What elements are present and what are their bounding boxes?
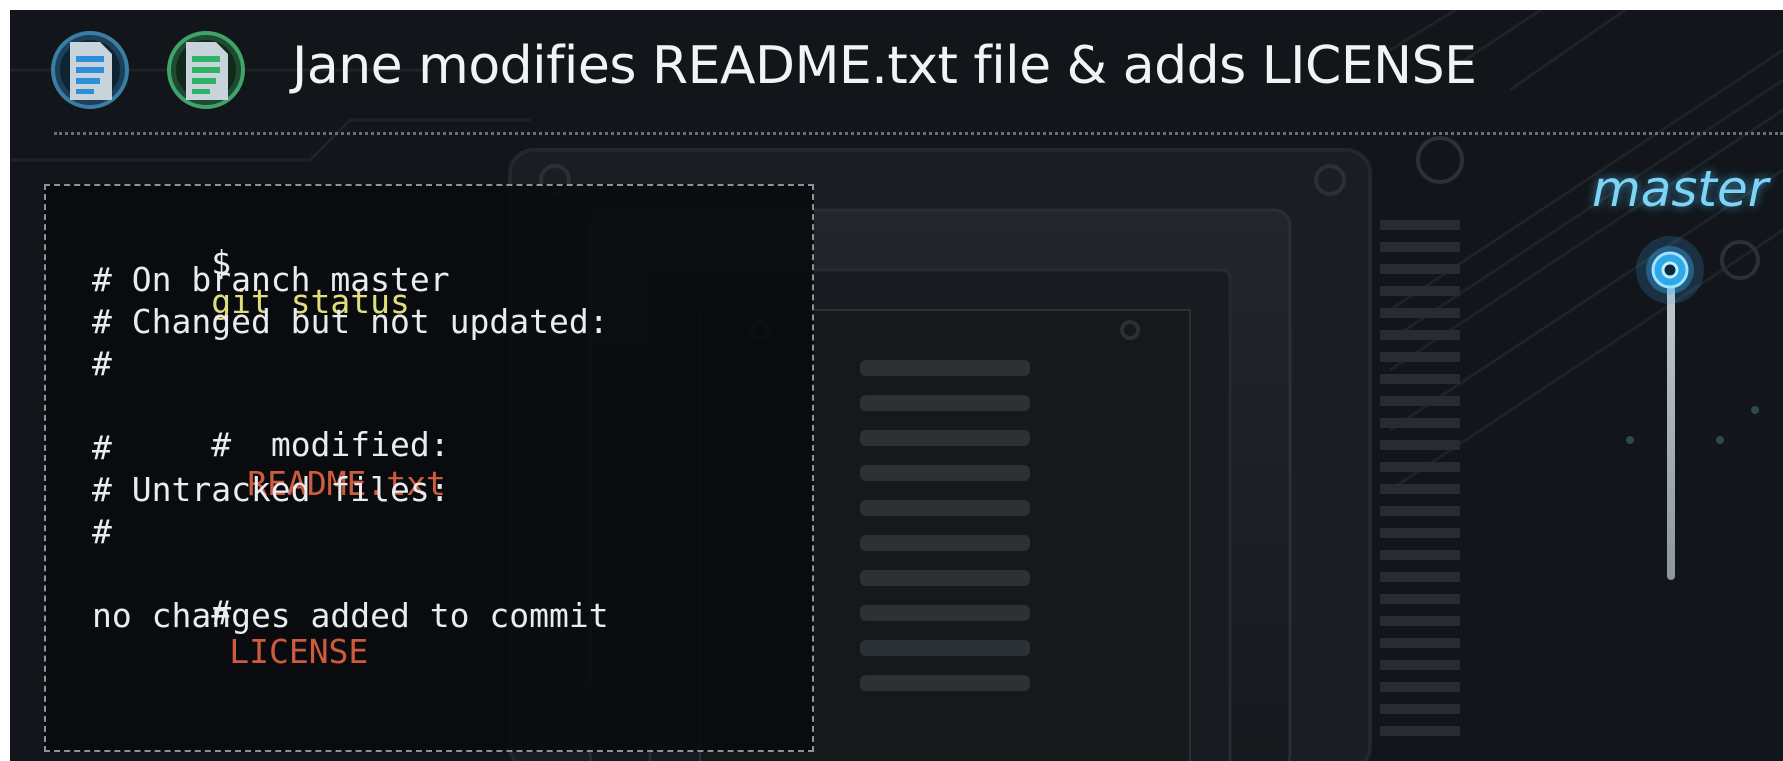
untracked-filename: LICENSE <box>229 632 369 671</box>
branch-line <box>1667 285 1675 580</box>
output-modified-line: # modified: README.txt <box>92 386 450 542</box>
terminal-panel: $ git status # On branch master # Change… <box>44 184 814 752</box>
commit-node-icon <box>1636 236 1704 304</box>
output-hash-line: # <box>92 344 112 383</box>
output-hash-line: # <box>92 512 112 551</box>
slide: Jane modifies README.txt file & adds LIC… <box>10 10 1783 761</box>
slide-title: Jane modifies README.txt file & adds LIC… <box>292 36 1477 96</box>
branch-label: master <box>1592 160 1769 218</box>
output-summary: no changes added to commit <box>92 596 609 635</box>
output-untracked-header: # Untracked files: <box>92 470 450 509</box>
modified-prefix: # modified: <box>211 425 450 464</box>
blue-document-icon <box>51 31 129 109</box>
output-changed-header: # Changed but not updated: <box>92 302 609 341</box>
output-hash-line: # <box>92 428 112 467</box>
title-divider <box>54 132 1783 135</box>
title-bar: Jane modifies README.txt file & adds LIC… <box>10 10 1783 135</box>
green-document-icon <box>167 31 245 109</box>
output-on-branch: # On branch master <box>92 260 450 299</box>
